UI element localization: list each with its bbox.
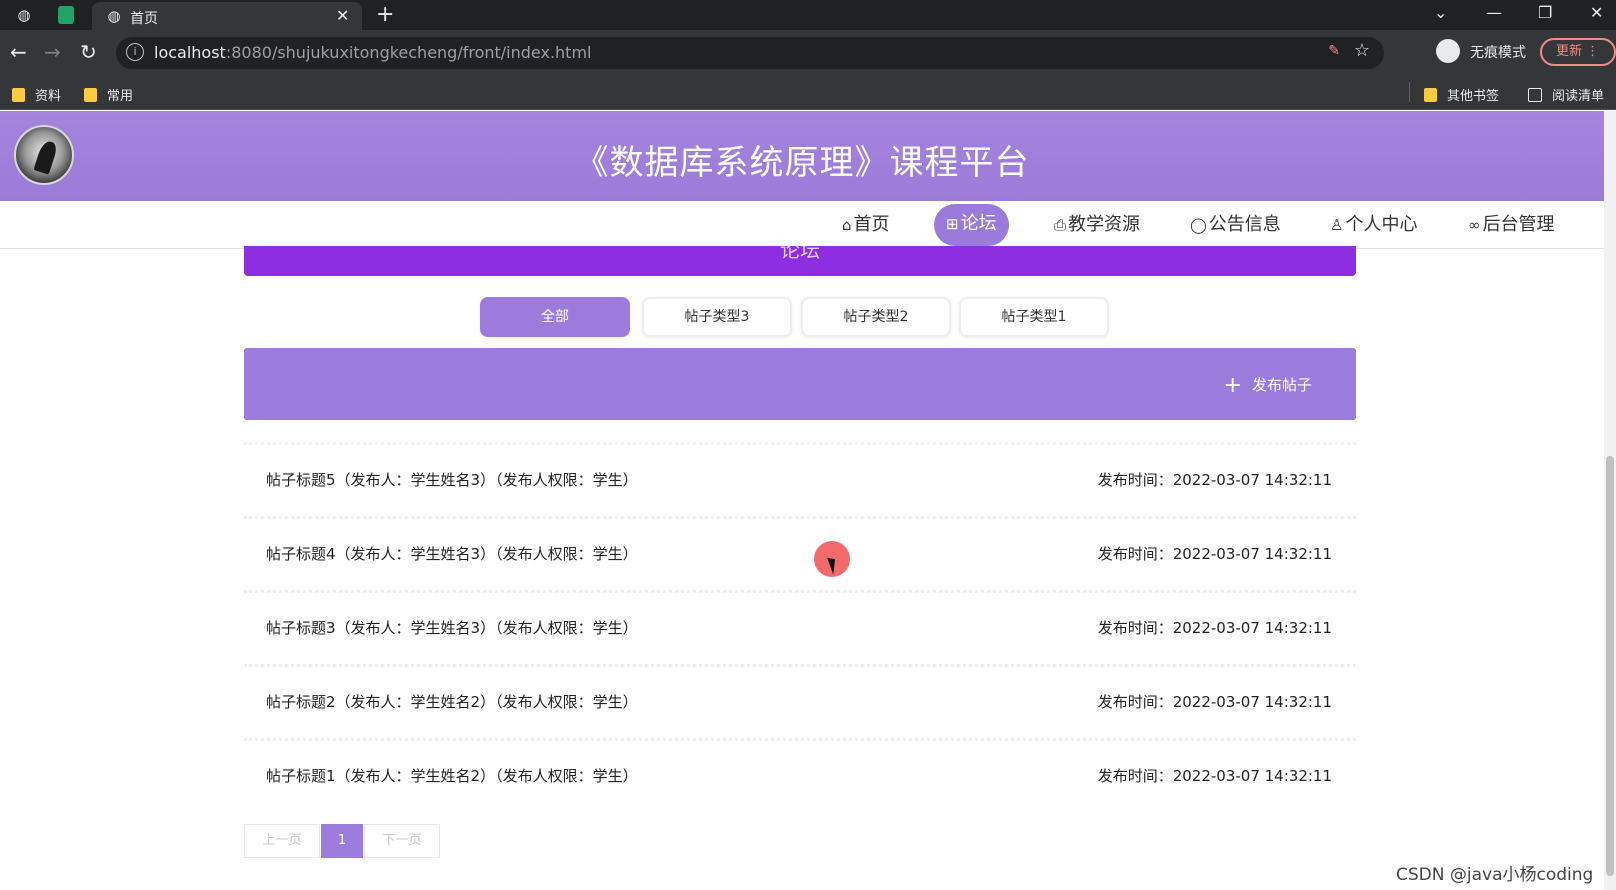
main-nav: ⌂ 首页 ⊞ 论坛 ⎙ 教学资源 ◯ 公告信息 ♙ 个人中心 ∞ 后台管理 xyxy=(0,201,1604,249)
restore-icon[interactable]: ❐ xyxy=(1538,3,1552,22)
printer-icon: ⎙ xyxy=(1054,216,1067,234)
info-icon[interactable]: i xyxy=(126,43,144,61)
next-page-button[interactable]: 下一页 xyxy=(364,824,440,858)
filter-all[interactable]: 全部 xyxy=(480,297,630,337)
post-time: 发布时间：2022-03-07 14:32:11 xyxy=(1097,767,1332,785)
globe-icon: ◍ xyxy=(107,7,121,25)
nav-notices[interactable]: ◯ 公告信息 xyxy=(1190,212,1281,242)
folder-icon xyxy=(84,88,97,102)
translate-icon[interactable]: ✎ xyxy=(1328,43,1340,59)
bookmark-folder-ziliao[interactable]: 资料 xyxy=(12,85,61,104)
notice-icon: ◯ xyxy=(1190,216,1207,234)
reading-list[interactable]: 阅读清单 xyxy=(1528,85,1604,104)
reload-icon[interactable]: ↻ xyxy=(80,40,97,64)
site-title: 《数据库系统原理》课程平台 xyxy=(574,143,1030,183)
home-icon: ⌂ xyxy=(842,216,852,234)
watermark: CSDN @java小杨coding xyxy=(1396,865,1594,885)
post-time: 发布时间：2022-03-07 14:32:11 xyxy=(1097,619,1332,637)
prev-page-button[interactable]: 上一页 xyxy=(244,824,320,858)
forum-banner: 论坛 xyxy=(244,246,1356,276)
folder-icon xyxy=(12,88,25,102)
grid-icon: ⊞ xyxy=(946,215,959,233)
post-title[interactable]: 帖子标题4（发布人：学生姓名3）（发布人权限：学生） xyxy=(266,543,638,564)
filter-type-3[interactable]: 帖子类型3 xyxy=(642,297,792,337)
post-row[interactable]: 帖子标题3（发布人：学生姓名3）（发布人权限：学生） 发布时间：2022-03-… xyxy=(244,590,1356,664)
filter-type-2[interactable]: 帖子类型2 xyxy=(801,297,951,337)
bookmarks-bar: 资料 常用 其他书签 阅读清单 xyxy=(0,76,1616,110)
post-list: 帖子标题5（发布人：学生姓名3）（发布人权限：学生） 发布时间：2022-03-… xyxy=(244,442,1356,812)
address-toolbar: ← → ↻ i localhost:8080/shujukuxitongkech… xyxy=(0,30,1616,76)
post-time: 发布时间：2022-03-07 14:32:11 xyxy=(1097,471,1332,489)
close-icon[interactable]: ✕ xyxy=(336,6,349,25)
publish-post-button[interactable]: + 发布帖子 xyxy=(1224,373,1312,398)
tab-home[interactable]: ◍ 首页 ✕ xyxy=(92,2,362,30)
bookmark-folder-other[interactable]: 其他书签 xyxy=(1424,85,1499,104)
star-icon[interactable]: ☆ xyxy=(1354,40,1370,61)
post-row[interactable]: 帖子标题5（发布人：学生姓名3）（发布人权限：学生） 发布时间：2022-03-… xyxy=(244,442,1356,516)
page-scrollbar[interactable] xyxy=(1604,111,1616,890)
tab-title: 首页 xyxy=(130,11,158,27)
post-time: 发布时间：2022-03-07 14:32:11 xyxy=(1097,545,1332,563)
post-time: 发布时间：2022-03-07 14:32:11 xyxy=(1097,693,1332,711)
nav-forum[interactable]: ⊞ 论坛 xyxy=(934,204,1009,246)
bookmark-divider xyxy=(1409,82,1410,102)
user-icon: ♙ xyxy=(1330,216,1344,234)
scrollbar-thumb[interactable] xyxy=(1606,456,1614,876)
bookmark-folder-changyong[interactable]: 常用 xyxy=(84,85,133,104)
sheet-app-icon[interactable] xyxy=(58,6,74,24)
new-tab-icon[interactable]: + xyxy=(376,2,394,27)
forward-arrow-icon[interactable]: → xyxy=(44,40,61,64)
nav-home[interactable]: ⌂ 首页 xyxy=(842,212,890,242)
post-title[interactable]: 帖子标题3（发布人：学生姓名3）（发布人权限：学生） xyxy=(266,617,638,638)
nav-resources[interactable]: ⎙ 教学资源 xyxy=(1054,212,1140,242)
post-title[interactable]: 帖子标题5（发布人：学生姓名3）（发布人权限：学生） xyxy=(266,469,638,490)
post-title[interactable]: 帖子标题2（发布人：学生姓名2）（发布人权限：学生） xyxy=(266,691,638,712)
post-title[interactable]: 帖子标题1（发布人：学生姓名2）（发布人权限：学生） xyxy=(266,765,638,786)
nav-admin[interactable]: ∞ 后台管理 xyxy=(1468,212,1555,242)
plus-icon: + xyxy=(1223,373,1242,398)
back-arrow-icon[interactable]: ← xyxy=(10,40,27,64)
window-close-icon[interactable]: ✕ xyxy=(1590,3,1603,22)
minimize-icon[interactable]: — xyxy=(1486,3,1502,22)
post-row[interactable]: 帖子标题1（发布人：学生姓名2）（发布人权限：学生） 发布时间：2022-03-… xyxy=(244,738,1356,812)
post-row[interactable]: 帖子标题4（发布人：学生姓名3）（发布人权限：学生） 发布时间：2022-03-… xyxy=(244,516,1356,590)
incognito-label: 无痕模式 xyxy=(1470,45,1526,61)
chevron-down-icon[interactable]: ⌄ xyxy=(1434,3,1447,22)
post-row[interactable]: 帖子标题2（发布人：学生姓名2）（发布人权限：学生） 发布时间：2022-03-… xyxy=(244,664,1356,738)
url-text[interactable]: localhost:8080/shujukuxitongkecheng/fron… xyxy=(154,43,591,62)
link-icon: ∞ xyxy=(1468,216,1481,234)
incognito-icon xyxy=(1436,39,1460,63)
filter-type-1[interactable]: 帖子类型1 xyxy=(959,297,1109,337)
globe-icon[interactable]: ◍ xyxy=(14,5,34,25)
nav-profile[interactable]: ♙ 个人中心 xyxy=(1330,212,1417,242)
reading-list-icon xyxy=(1528,88,1542,102)
address-bar[interactable]: i localhost:8080/shujukuxitongkecheng/fr… xyxy=(116,37,1384,69)
update-button[interactable]: 更新 ⋮ xyxy=(1540,38,1616,66)
site-header: 《数据库系统原理》课程平台 xyxy=(0,111,1604,201)
folder-icon xyxy=(1424,88,1437,102)
page-1-button[interactable]: 1 xyxy=(321,824,363,858)
browser-tab-bar: ◍ ◍ 首页 ✕ + ⌄ — ❐ ✕ xyxy=(0,0,1616,30)
forum-toolbar: + 发布帖子 xyxy=(244,348,1356,420)
